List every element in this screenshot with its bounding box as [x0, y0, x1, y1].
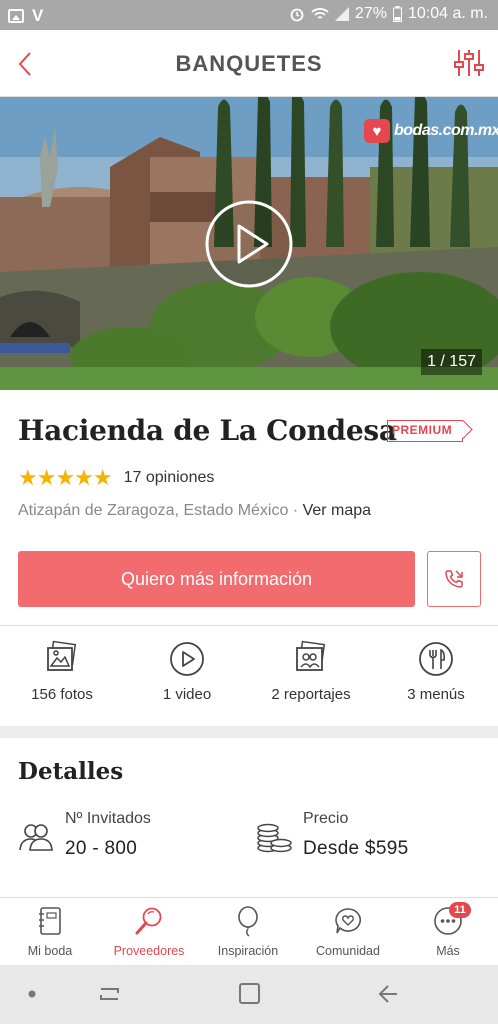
- nav-proveedores[interactable]: Proveedores: [99, 906, 199, 958]
- request-info-button[interactable]: Quiero más información: [18, 551, 415, 607]
- call-button[interactable]: [427, 551, 481, 607]
- status-bar: V 27% 10:04 a. m.: [0, 0, 498, 30]
- heart-icon: ♥: [364, 119, 390, 143]
- venue-name: Hacienda de La Condesa: [18, 414, 397, 447]
- guests-label: Nº Invitados: [65, 810, 151, 827]
- signal-icon: [334, 7, 349, 21]
- photos-icon: [47, 640, 77, 671]
- nav-mi-boda[interactable]: Mi boda: [0, 906, 100, 958]
- hero-image[interactable]: ♥ bodas.com.mx 1 / 157: [0, 97, 498, 390]
- media-menus-label: 3 menús: [407, 686, 465, 703]
- filter-button[interactable]: [452, 46, 486, 80]
- guests-icon: [19, 824, 53, 851]
- nav-comunidad[interactable]: Comunidad: [298, 906, 398, 958]
- details-title: Detalles: [18, 758, 124, 785]
- guests-value: 20 - 800: [65, 838, 138, 859]
- nav-label: Proveedores: [113, 944, 185, 958]
- premium-badge: PREMIUM: [387, 420, 464, 442]
- brand-logo: ♥ bodas.com.mx: [364, 119, 498, 143]
- notification-badge: 11: [449, 902, 471, 918]
- photo-counter: 1 / 157: [421, 349, 482, 375]
- location-text: Atizapán de Zaragoza, Estado México: [18, 502, 289, 519]
- reports-icon: [296, 640, 326, 671]
- clock: 10:04 a. m.: [407, 5, 488, 22]
- page-title: BANQUETES: [175, 51, 323, 76]
- app-header: BANQUETES: [0, 30, 498, 97]
- wifi-icon: [311, 8, 329, 19]
- rating-row[interactable]: ★★★★★ 17 opiniones: [18, 465, 214, 491]
- price-value: Desde $595: [303, 838, 409, 859]
- star-rating-icon: ★★★★★: [18, 465, 113, 490]
- bottom-nav: Mi boda Proveedores Inspiración Comunida…: [0, 897, 498, 965]
- media-video[interactable]: 1 video: [127, 640, 247, 703]
- nav-label: Más: [436, 944, 460, 958]
- media-menus[interactable]: 3 menús: [376, 640, 496, 703]
- app-notification-icon: V: [32, 6, 44, 25]
- location-separator: ·: [288, 502, 303, 519]
- coins-icon: [257, 823, 292, 853]
- video-icon: [170, 642, 204, 676]
- nav-label: Inspiración: [217, 944, 279, 958]
- alarm-icon: [290, 8, 304, 22]
- search-icon: [135, 907, 162, 935]
- brand-name: bodas.com.mx: [394, 122, 498, 139]
- nav-label: Comunidad: [316, 944, 380, 958]
- nav-inspiracion[interactable]: Inspiración: [198, 906, 298, 958]
- reviews-count: 17 opiniones: [123, 469, 215, 486]
- play-icon: [205, 200, 293, 288]
- section-divider: [0, 726, 498, 738]
- sliders-icon: [454, 50, 484, 76]
- menu-icon: [419, 642, 453, 676]
- media-photos-label: 156 fotos: [31, 686, 93, 703]
- gallery-notification-icon: [8, 9, 24, 23]
- media-video-label: 1 video: [162, 686, 212, 703]
- chat-heart-icon: [335, 908, 362, 934]
- battery-icon: [392, 6, 402, 22]
- play-video-button[interactable]: [205, 200, 293, 288]
- phone-icon: [445, 570, 463, 588]
- media-photos[interactable]: 156 fotos: [2, 640, 122, 703]
- price-label: Precio: [303, 810, 349, 827]
- location-row: Atizapán de Zaragoza, Estado México · Ve…: [18, 502, 371, 520]
- media-row: 156 fotos 1 video 2 reportajes 3 menús: [0, 640, 498, 720]
- system-nav-bar: [0, 965, 498, 1024]
- divider: [0, 625, 498, 626]
- media-reports-label: 2 reportajes: [271, 686, 351, 703]
- balloon-icon: [238, 906, 258, 937]
- nav-label: Mi boda: [27, 944, 73, 958]
- media-reports[interactable]: 2 reportajes: [251, 640, 371, 703]
- system-nav-icons: [28, 983, 397, 1004]
- see-map-link[interactable]: Ver mapa: [303, 502, 371, 519]
- notebook-icon: [39, 907, 61, 935]
- battery-percent: 27%: [354, 5, 387, 22]
- nav-mas[interactable]: Más: [398, 906, 498, 958]
